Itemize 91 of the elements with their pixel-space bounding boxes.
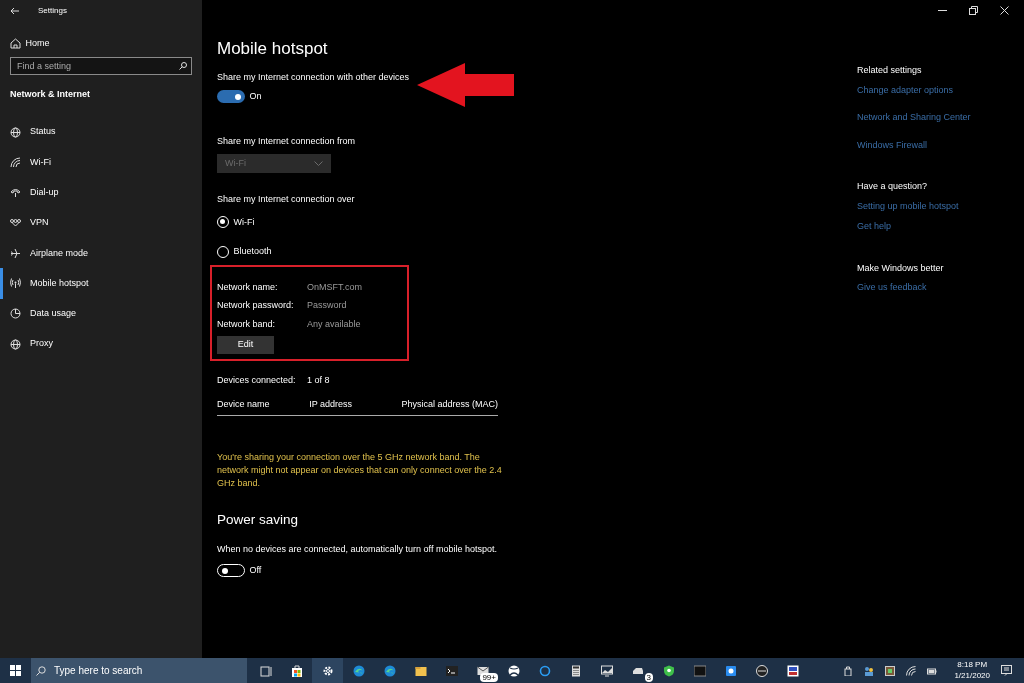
close-icon[interactable] [1000, 5, 1009, 15]
calculator-icon [569, 664, 582, 677]
search-field[interactable]: Find a setting [10, 56, 192, 75]
chevron-down-icon [314, 161, 323, 166]
related-link[interactable]: Setting up mobile hotspot [857, 199, 1017, 213]
window-title: Settings [38, 5, 67, 17]
related-link[interactable]: Change adapter options [857, 83, 1017, 97]
vpn-icon [10, 217, 21, 229]
mail-icon [476, 664, 489, 677]
shopping-bag-icon [290, 664, 303, 677]
related-heading: Have a question? [857, 180, 929, 193]
column-header: IP address [309, 397, 354, 411]
battery-icon[interactable] [927, 665, 938, 676]
field-label: Devices connected: [217, 374, 297, 387]
phone-icon [10, 187, 21, 199]
setting-label: Share my Internet connection over [217, 193, 356, 206]
globe-icon [10, 126, 21, 138]
section-heading: Power saving [217, 511, 300, 530]
disc-icon [755, 664, 768, 677]
related-link[interactable]: Give us feedback [857, 281, 1017, 295]
shield-icon [662, 664, 675, 677]
related-link[interactable]: Get help [857, 220, 1017, 234]
windows-logo-icon[interactable] [9, 665, 21, 676]
column-header: Device name [217, 397, 271, 411]
taskbar-app[interactable]: 3 [622, 658, 653, 683]
radio-option[interactable]: Wi-Fi [217, 215, 532, 229]
terminal-icon [445, 664, 458, 677]
nav-item[interactable]: Wi-Fi [0, 147, 202, 178]
setting-label: When no devices are connected, automatically turn off mobile hotspot. [217, 543, 498, 557]
nav-item[interactable]: Status [0, 117, 202, 148]
browser-icon [383, 664, 396, 677]
nav-item[interactable]: Dial-up [0, 177, 202, 208]
field-label: Network password: [217, 299, 295, 312]
radio-option[interactable]: Bluetooth [217, 245, 532, 259]
remote-viewer-icon [786, 664, 799, 677]
ball-icon [507, 664, 520, 677]
nav-item[interactable]: Proxy [0, 329, 202, 360]
related-heading: Make Windows better [857, 261, 945, 275]
wifi-icon[interactable] [906, 665, 917, 676]
restore-icon[interactable] [969, 5, 978, 15]
nav-item[interactable]: Mobile hotspot [0, 268, 202, 299]
gear-icon [321, 664, 334, 677]
toggle-state: Off [249, 563, 262, 577]
edit-button[interactable]: Edit [217, 336, 274, 354]
taskbar-app[interactable] [312, 658, 343, 683]
toggle-switch[interactable] [217, 564, 245, 578]
task-view-icon [259, 664, 272, 677]
field-label: Network band: [217, 317, 277, 331]
home-icon [10, 38, 21, 50]
hotspot-icon [10, 278, 21, 290]
toggle-switch[interactable] [217, 90, 245, 104]
ring-icon [538, 664, 551, 677]
chat-bubble-icon [724, 664, 737, 677]
taskbar-app[interactable]: 99+ [467, 658, 498, 683]
browser-icon [352, 664, 365, 677]
field-value: Any available [307, 317, 361, 331]
nav-item[interactable]: Data usage [0, 298, 202, 330]
back-arrow-icon[interactable] [10, 7, 19, 15]
related-heading: Related settings [857, 64, 923, 77]
wifi-icon [10, 156, 21, 168]
search-icon [35, 665, 46, 676]
notification-badge: 99+ [480, 673, 498, 682]
warning-text: You're sharing your connection over the 5 GHz network band. The network might not appear on devices that can only connect over the 2.4 GHz band. [217, 451, 503, 491]
notification-icon[interactable] [1001, 665, 1012, 676]
airplane-icon [10, 247, 21, 259]
field-value: OnMSFT.com [307, 280, 362, 294]
related-link[interactable]: Network and Sharing Center [857, 111, 1017, 125]
search-icon [179, 61, 187, 70]
field-value: 1 of 8 [307, 374, 330, 387]
people-icon[interactable] [864, 665, 875, 676]
section-heading: Network & Internet [9, 87, 91, 101]
pie-chart-icon [10, 308, 21, 320]
setting-label: Share my Internet connection with other devices [217, 70, 411, 84]
usb-icon[interactable] [843, 665, 854, 676]
nav-item[interactable]: Airplane mode [0, 238, 202, 269]
home-link[interactable]: Home [25, 37, 50, 51]
notification-badge: 3 [644, 673, 653, 682]
page-title: Mobile hotspot [217, 38, 329, 60]
related-link[interactable]: Windows Firewall [857, 138, 1017, 152]
toggle-state: On [249, 90, 262, 103]
setting-label: Share my Internet connection from [217, 134, 357, 148]
app-icon[interactable] [885, 665, 896, 676]
field-value: Password [307, 299, 347, 312]
monitor-icon [600, 664, 613, 677]
window-icon [693, 664, 706, 677]
globe-icon [10, 338, 21, 350]
nav-item[interactable]: VPN [0, 207, 202, 239]
field-label: Network name: [217, 280, 279, 294]
folder-icon [414, 664, 427, 677]
taskbar-clock[interactable]: 8:18 PM 1/21/2020 [954, 660, 990, 681]
column-header: Physical address (MAC) [401, 397, 498, 411]
